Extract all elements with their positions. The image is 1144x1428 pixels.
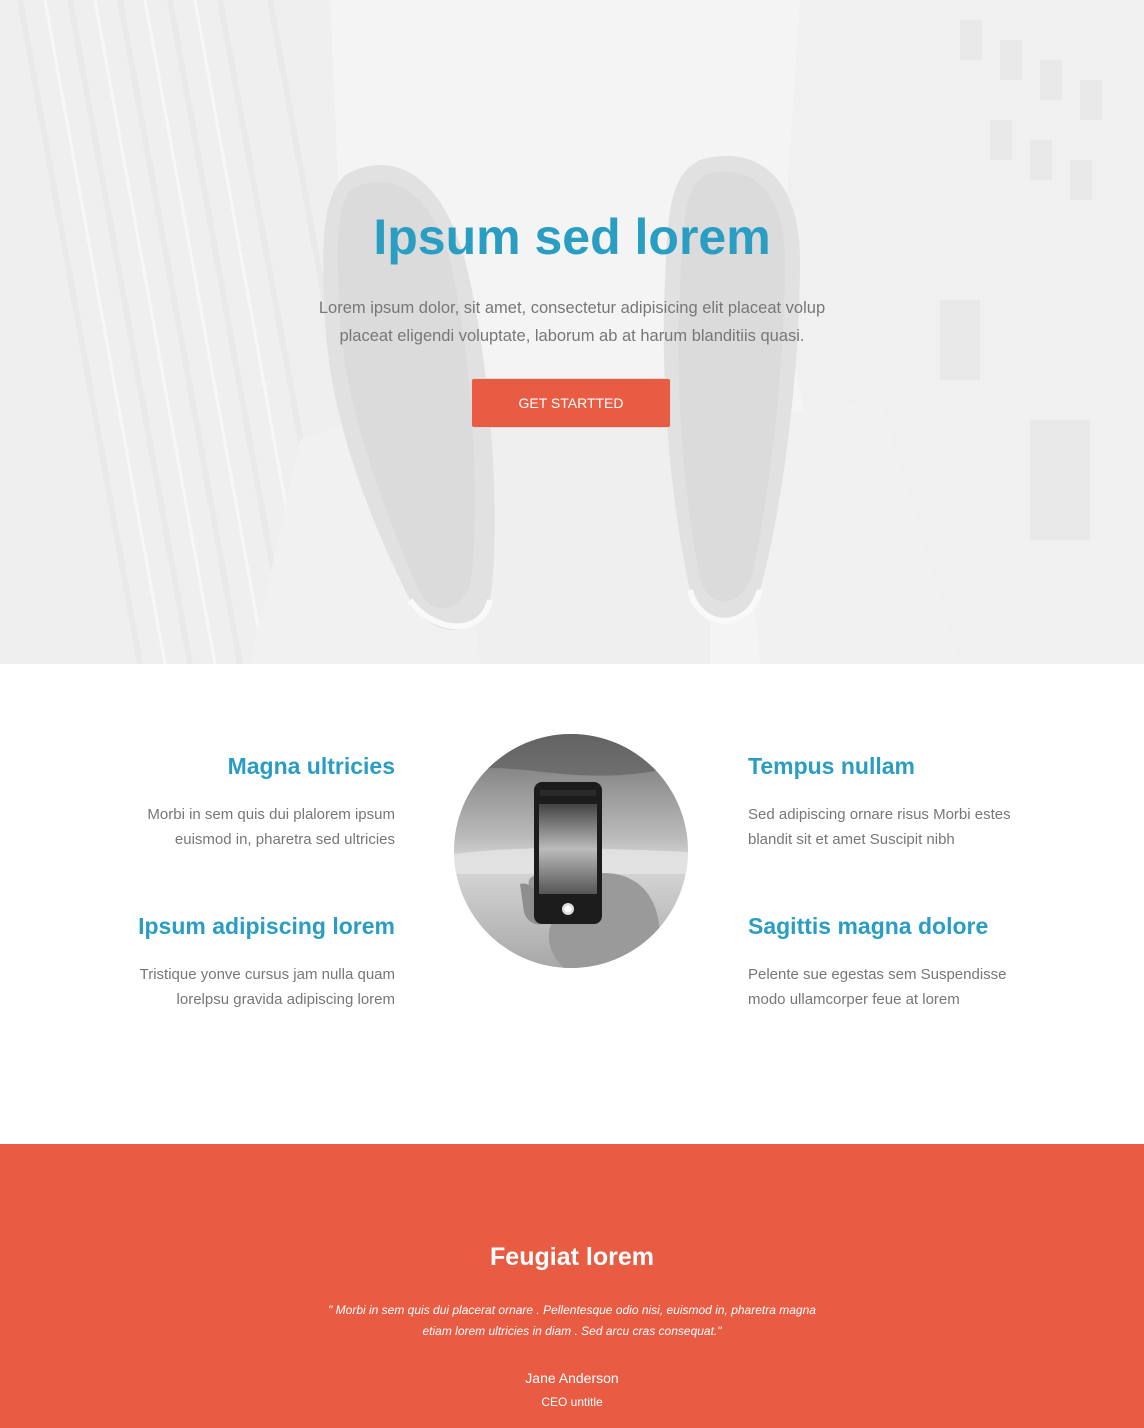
feature-title: Ipsum adipiscing lorem: [138, 913, 395, 939]
testimonial-author-name: Jane Anderson: [525, 1370, 619, 1386]
testimonial-author-role: CEO untitle: [541, 1395, 603, 1409]
hero-description: Lorem ipsum dolor, sit amet, consectetur…: [318, 299, 826, 345]
feature-title: Tempus nullam: [748, 753, 915, 779]
feature-text: Sed adipiscing ornare risus Morbi estes …: [748, 806, 1011, 848]
feature-sagittis-magna-dolore: Sagittis magna dolore Pelente sue egesta…: [748, 911, 1028, 1012]
hand-holding-phone-image: [454, 734, 688, 968]
feature-title: Sagittis magna dolore: [748, 913, 989, 939]
feature-magna-ultricies: Magna ultricies Morbi in sem quis dui pl…: [115, 751, 395, 852]
get-started-button[interactable]: GET STARTTED: [471, 378, 671, 428]
hero-title: Ipsum sed lorem: [373, 209, 771, 265]
testimonial-title: Feugiat lorem: [490, 1243, 654, 1271]
feature-text: Pelente sue egestas sem Suspendisse modo…: [748, 966, 1007, 1008]
testimonial-quote: " Morbi in sem quis dui placerat ornare …: [328, 1303, 816, 1338]
phone-photo-circle: [454, 734, 688, 968]
feature-tempus-nullam: Tempus nullam Sed adipiscing ornare risu…: [748, 751, 1028, 852]
hero-section: Ipsum sed lorem Lorem ipsum dolor, sit a…: [0, 0, 1144, 664]
feature-ipsum-adipiscing-lorem: Ipsum adipiscing lorem Tristique yonve c…: [115, 911, 395, 1012]
feature-text: Morbi in sem quis dui plalorem ipsum eui…: [147, 806, 395, 848]
testimonial-section: Feugiat lorem " Morbi in sem quis dui pl…: [0, 1144, 1144, 1428]
features-section: Magna ultricies Morbi in sem quis dui pl…: [0, 664, 1144, 1144]
feature-title: Magna ultricies: [227, 753, 395, 779]
feature-text: Tristique yonve cursus jam nulla quam lo…: [139, 966, 395, 1008]
